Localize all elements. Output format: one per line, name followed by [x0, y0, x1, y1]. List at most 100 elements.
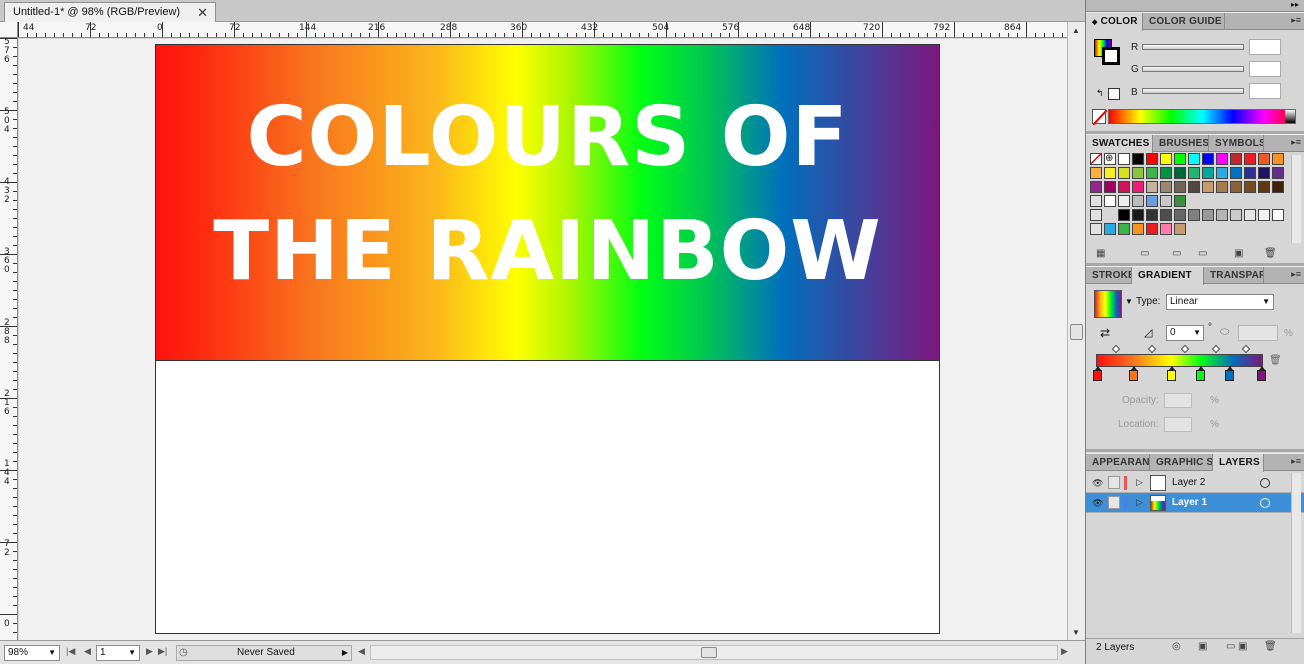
layer-name[interactable]: Layer 1 — [1172, 497, 1207, 508]
tab-graphic-styles[interactable]: GRAPHIC ST — [1150, 454, 1213, 471]
midpoint-diamond[interactable] — [1180, 344, 1190, 354]
next-artboard-icon[interactable]: ▶ — [146, 646, 153, 657]
swatch-options-icon[interactable]: ▭ — [1172, 248, 1181, 259]
gradient-stop[interactable] — [1129, 366, 1138, 381]
green-value-field[interactable] — [1249, 61, 1281, 77]
color-swatch[interactable] — [1146, 153, 1158, 165]
last-color-swatch[interactable] — [1108, 88, 1120, 100]
tab-color-guide[interactable]: COLOR GUIDE — [1143, 13, 1225, 30]
color-swatch[interactable] — [1230, 167, 1242, 179]
midpoint-diamond[interactable] — [1147, 344, 1157, 354]
color-swatch[interactable] — [1258, 209, 1270, 221]
color-swatch[interactable] — [1160, 223, 1172, 235]
tab-gradient[interactable]: GRADIENT — [1132, 267, 1204, 285]
opacity-field[interactable] — [1164, 393, 1192, 408]
scroll-left-arrow-icon[interactable]: ◀ — [358, 646, 365, 657]
color-swatch[interactable] — [1258, 153, 1270, 165]
reverse-gradient-icon[interactable]: ⇄ — [1100, 326, 1110, 340]
color-swatch[interactable] — [1188, 209, 1200, 221]
tab-swatches[interactable]: SWATCHES — [1086, 135, 1153, 153]
color-swatch[interactable] — [1160, 153, 1172, 165]
tab-transparency[interactable]: TRANSPAR — [1204, 267, 1264, 284]
delete-layer-icon[interactable]: 🗑 — [1264, 641, 1277, 652]
scroll-up-arrow-icon[interactable]: ▲ — [1072, 26, 1080, 35]
color-swatch[interactable] — [1132, 195, 1144, 207]
new-sublayer-icon[interactable]: ▭ — [1226, 641, 1235, 652]
horizontal-scroll-thumb[interactable] — [701, 647, 717, 658]
panel-menu-icon[interactable]: ▸≡ — [1291, 137, 1301, 148]
aspect-ratio-field[interactable] — [1238, 325, 1278, 341]
vertical-scroll-thumb[interactable] — [1070, 324, 1083, 340]
zoom-select[interactable]: 98% ▼ — [4, 645, 60, 661]
color-swatch[interactable] — [1230, 153, 1242, 165]
swatch-libraries-icon[interactable]: ▦ — [1096, 248, 1105, 259]
color-swatch[interactable] — [1104, 167, 1116, 179]
visibility-eye-icon[interactable]: 👁 — [1092, 478, 1106, 488]
color-swatch[interactable] — [1146, 223, 1158, 235]
chevron-down-icon[interactable]: ▼ — [1125, 297, 1133, 306]
color-swatch[interactable] — [1118, 153, 1130, 165]
last-artboard-icon[interactable]: ▶| — [158, 646, 167, 657]
gradient-type-select[interactable]: Linear ▼ — [1166, 294, 1274, 310]
color-swatch[interactable] — [1188, 167, 1200, 179]
gradient-stop[interactable] — [1196, 366, 1205, 381]
panel-dock-header[interactable]: ▸▸ — [1086, 0, 1304, 12]
color-swatch[interactable] — [1216, 167, 1228, 179]
color-swatch[interactable] — [1132, 223, 1144, 235]
color-swatch[interactable] — [1174, 181, 1186, 193]
color-swatch[interactable] — [1244, 181, 1256, 193]
gradient-stop[interactable] — [1257, 366, 1266, 381]
horizontal-ruler[interactable]: 44 72 0 72 144 216 288 360 432 504 576 6… — [18, 22, 1067, 38]
color-swatch[interactable] — [1146, 181, 1158, 193]
color-swatch[interactable] — [1244, 153, 1256, 165]
color-swatch[interactable] — [1174, 153, 1186, 165]
color-swatch[interactable] — [1244, 167, 1256, 179]
color-swatch[interactable] — [1160, 209, 1172, 221]
color-swatch[interactable] — [1118, 209, 1130, 221]
panel-menu-icon[interactable]: ▸≡ — [1291, 15, 1301, 26]
color-swatch[interactable] — [1272, 153, 1284, 165]
midpoint-diamond[interactable] — [1211, 344, 1221, 354]
first-artboard-icon[interactable]: |◀ — [66, 646, 75, 657]
new-color-group-icon[interactable]: ▭ — [1198, 248, 1207, 259]
registration-swatch[interactable]: ⊕ — [1104, 153, 1116, 165]
red-slider[interactable] — [1142, 44, 1244, 50]
color-swatch[interactable] — [1272, 181, 1284, 193]
document-canvas[interactable]: COLOURS OF THE RAINBOW — [19, 39, 1067, 640]
color-swatch[interactable] — [1118, 167, 1130, 179]
gradient-stop[interactable] — [1167, 366, 1176, 381]
color-swatch[interactable] — [1244, 209, 1256, 221]
color-swatch[interactable] — [1090, 167, 1102, 179]
lock-toggle[interactable] — [1108, 476, 1120, 489]
show-swatch-kinds-icon[interactable]: ▭ — [1140, 248, 1149, 259]
vertical-scrollbar[interactable]: ▲ ▼ — [1067, 22, 1085, 640]
document-tab[interactable]: Untitled-1* @ 98% (RGB/Preview) ✕ — [4, 2, 216, 22]
blue-value-field[interactable] — [1249, 83, 1281, 99]
new-layer-icon[interactable]: ▣ — [1238, 641, 1247, 652]
red-value-field[interactable] — [1249, 39, 1281, 55]
color-swatch[interactable] — [1202, 209, 1214, 221]
lock-toggle[interactable] — [1108, 496, 1120, 509]
color-swatch[interactable] — [1146, 195, 1158, 207]
color-swatch[interactable] — [1132, 181, 1144, 193]
midpoint-diamond[interactable] — [1111, 344, 1121, 354]
color-swatch[interactable] — [1118, 195, 1130, 207]
tab-brushes[interactable]: BRUSHES — [1153, 135, 1209, 152]
color-swatch[interactable] — [1174, 167, 1186, 179]
artboard-number-select[interactable]: 1 ▼ — [96, 645, 140, 661]
color-swatch[interactable] — [1160, 181, 1172, 193]
color-swatch[interactable] — [1258, 167, 1270, 179]
color-swatch[interactable] — [1104, 181, 1116, 193]
horizontal-scrollbar[interactable] — [370, 645, 1058, 660]
location-field[interactable] — [1164, 417, 1192, 432]
color-swatch[interactable] — [1160, 195, 1172, 207]
color-swatch[interactable] — [1258, 181, 1270, 193]
delete-stop-icon[interactable]: 🗑 — [1269, 355, 1282, 366]
color-swatch[interactable] — [1174, 223, 1186, 235]
banner-title-text[interactable]: COLOURS OF THE RAINBOW — [156, 81, 939, 309]
target-circle-icon[interactable] — [1260, 478, 1270, 488]
color-swatch[interactable] — [1146, 209, 1158, 221]
out-of-gamut-icon[interactable]: ↰ — [1096, 88, 1104, 99]
color-swatch[interactable] — [1104, 223, 1116, 235]
color-swatch[interactable] — [1202, 167, 1214, 179]
